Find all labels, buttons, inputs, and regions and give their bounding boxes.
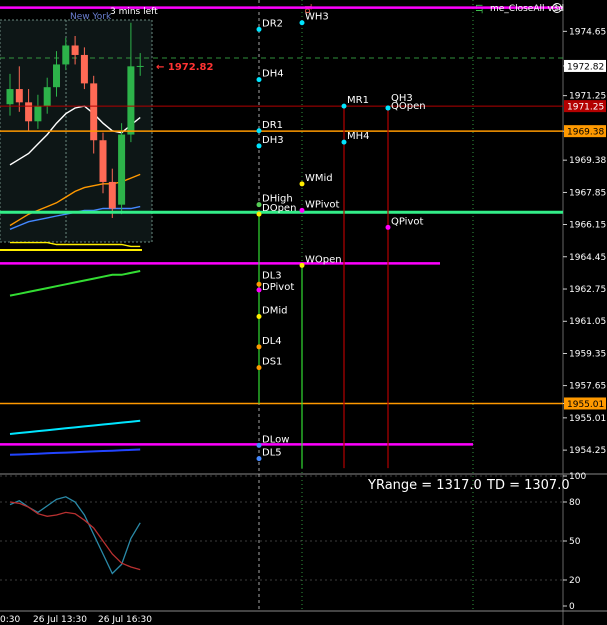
axis-tick-label: 1961.05: [569, 317, 606, 327]
axis-tick-label: 1962.75: [569, 285, 606, 295]
candle-body: [80, 54, 88, 84]
level-dot: [299, 262, 305, 268]
level-dot: [299, 20, 305, 26]
axis-tick-label: 1966.15: [569, 221, 606, 231]
candle-body: [34, 106, 42, 122]
level-dot: [256, 77, 262, 83]
session-label: New York: [70, 12, 112, 22]
axis-tick-label: 1964.45: [569, 253, 606, 263]
candle-body: [136, 65, 144, 67]
candle-body: [6, 89, 14, 105]
axis-tick-label: 1969.38: [569, 156, 606, 166]
candle-body: [15, 89, 23, 103]
axis-tick-label: 1954.25: [569, 446, 606, 456]
level-label-qpivot: QPivot: [391, 216, 423, 227]
level-label-dlow: DLow: [262, 434, 289, 445]
level-dot: [256, 313, 262, 319]
osc-tick-label: 50: [569, 537, 581, 547]
level-label-dopen: DOpen: [262, 203, 296, 214]
osc-tick-label: 100: [569, 472, 586, 482]
candle-body: [71, 45, 79, 55]
time-tick-label: 26 Jul 13:30: [33, 615, 87, 625]
yrange-stat: YRange = 1317.0: [367, 478, 482, 493]
candle-body: [25, 102, 33, 122]
candle-body: [62, 45, 70, 65]
level-label-dh4: DH4: [262, 69, 284, 80]
level-dot: [299, 207, 305, 213]
candle-body: [53, 64, 60, 88]
level-label-wmid: WMid: [305, 173, 333, 184]
level-label-mr1: MR1: [347, 95, 369, 106]
td-stat: TD = 1307.0: [486, 478, 570, 493]
candle-body: [127, 66, 135, 135]
candle-body: [118, 134, 126, 205]
axis-tick-label: 1959.35: [569, 349, 606, 359]
level-label-dl3: DL3: [262, 270, 282, 281]
level-label-dh3: DH3: [262, 135, 284, 146]
level-dot: [256, 281, 262, 287]
candle-body: [108, 181, 116, 209]
level-label-dr1: DR1: [262, 120, 283, 131]
level-dot: [256, 287, 262, 293]
axis-tick-label: 1974.65: [569, 27, 606, 37]
vline-label: LT: [473, 4, 483, 14]
trading-chart[interactable]: ToLT ← 1972.82 WH3DR2DH4MR1QH3QOpenDR1MH…: [0, 0, 607, 625]
level-dot: [256, 456, 262, 462]
axis-tick-label: 1967.85: [569, 188, 606, 198]
price-box-label: 1955.01: [567, 400, 604, 410]
level-label-dr2: DR2: [262, 18, 283, 29]
level-dot: [256, 26, 262, 32]
level-label-dl5: DL5: [262, 448, 282, 459]
level-dot: [385, 224, 391, 230]
level-dot: [256, 344, 262, 350]
level-label-dl4: DL4: [262, 336, 282, 347]
axis-tick-label: 1957.65: [569, 382, 606, 392]
level-label-dpivot: DPivot: [262, 282, 294, 293]
price-box-label: 1972.82: [567, 62, 604, 72]
level-dot: [385, 105, 391, 111]
level-dot: [256, 211, 262, 217]
timer-label: 3 mins left: [110, 7, 158, 17]
candle-body: [99, 140, 107, 182]
level-label-mh4: MH4: [347, 131, 370, 142]
time-tick-label: 26 Jul 16:30: [98, 615, 152, 625]
level-dot: [256, 143, 262, 149]
level-label-wh3: WH3: [305, 12, 329, 23]
level-dot: [299, 181, 305, 187]
level-dot: [341, 103, 347, 109]
osc-tick-label: 20: [569, 576, 581, 586]
level-dot: [256, 442, 262, 448]
candle-body: [43, 87, 51, 107]
level-label-ds1: DS1: [262, 357, 282, 368]
price-box-label: 1969.38: [567, 128, 604, 138]
level-label-dmid: DMid: [262, 305, 287, 316]
level-dot: [256, 202, 262, 208]
osc-tick-label: 80: [569, 498, 581, 508]
level-label-wopen: WOpen: [305, 254, 342, 265]
axis-tick-label: 1955.01: [569, 414, 606, 424]
level-label-wpivot: WPivot: [305, 199, 340, 210]
level-dot: [341, 139, 347, 145]
level-dot: [256, 128, 262, 134]
level-dot: [256, 365, 262, 371]
price-marker-label: ← 1972.82: [156, 62, 213, 73]
level-label-qopen: QOpen: [391, 101, 426, 112]
price-box-label: 1971.25: [567, 103, 604, 113]
time-tick-label: 0:30: [0, 615, 20, 625]
